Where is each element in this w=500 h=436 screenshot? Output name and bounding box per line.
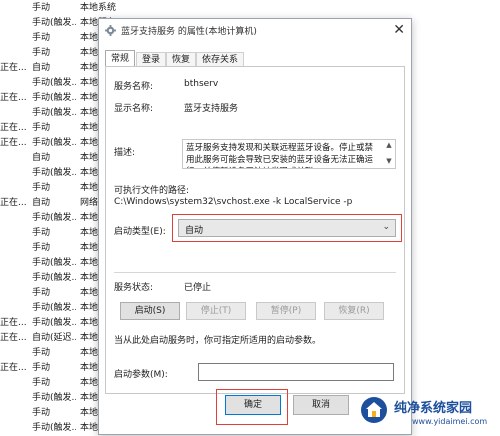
- start-params-label: 启动参数(M):: [114, 370, 168, 380]
- service-status-cell: 正在...: [0, 333, 27, 343]
- tab-general[interactable]: 常规: [105, 50, 136, 67]
- service-status-cell: 正在...: [0, 93, 27, 103]
- service-startup-cell: 手动(触发...: [32, 303, 76, 313]
- service-startup-cell: 手动: [32, 348, 51, 358]
- tab-dependencies[interactable]: 依存关系: [196, 52, 245, 67]
- display-name-value: 蓝牙支持服务: [184, 104, 239, 114]
- gear-icon: [105, 25, 116, 36]
- service-startup-cell: 手动: [32, 183, 51, 193]
- service-startup-cell: 手动: [32, 288, 51, 298]
- watermark-url: www.yidaimei.com: [412, 417, 488, 426]
- service-startup-cell: 手动: [32, 33, 51, 43]
- service-startup-cell: 手动(触发...: [32, 93, 76, 103]
- service-startup-cell: 手动(触发...: [32, 138, 76, 148]
- service-status-cell: 正在...: [0, 123, 27, 133]
- watermark-text: 纯净系统家园: [394, 401, 473, 416]
- cancel-button[interactable]: 取消: [293, 395, 349, 415]
- service-startup-cell: 手动(触发...: [32, 18, 76, 28]
- resume-button[interactable]: 恢复(R): [324, 302, 384, 320]
- service-status-cell: 正在...: [0, 198, 27, 208]
- service-startup-cell: 自动: [32, 63, 51, 73]
- service-status-label: 服务状态:: [114, 283, 154, 293]
- exe-path-value: C:\Windows\system32\svchost.exe -k Local…: [114, 197, 353, 207]
- service-startup-cell: 手动(触发...: [32, 318, 76, 328]
- site-watermark: 纯净系统家园 www.yidaimei.com: [354, 392, 500, 433]
- description-text: 蓝牙服务支持发现和关联远程蓝牙设备。停止或禁用此服务可能会导致已安装的蓝牙设备无…: [186, 143, 374, 168]
- tab-recovery[interactable]: 恢复: [166, 52, 197, 67]
- stop-button[interactable]: 停止(T): [186, 302, 246, 320]
- house-logo-icon: [361, 397, 387, 423]
- service-status-value: 已停止: [184, 283, 212, 293]
- service-status-cell: 正在...: [0, 63, 27, 73]
- exe-path-label: 可执行文件的路径:: [114, 186, 190, 196]
- service-startup-cell: 手动: [32, 123, 51, 133]
- service-startup-cell: 手动(触发...: [32, 108, 76, 118]
- startup-type-select[interactable]: 自动 ⌄: [178, 219, 396, 237]
- service-status-cell: 正在...: [0, 318, 27, 328]
- service-startup-cell: 手动(触发...: [32, 78, 76, 88]
- service-startup-cell: 手动(触发...: [32, 423, 76, 433]
- start-params-hint: 当从此处启动服务时，你可指定所适用的启动参数。: [114, 336, 322, 346]
- service-properties-dialog: 蓝牙支持服务 的属性(本地计算机) ✕ 常规 登录 恢复 依存关系 服务名称: …: [98, 18, 412, 435]
- service-startup-cell: 自动: [32, 198, 51, 208]
- service-startup-cell: 手动(触发...: [32, 258, 76, 268]
- chevron-down-icon: ⌄: [382, 222, 390, 232]
- service-startup-cell: 手动: [32, 243, 51, 253]
- tab-logon[interactable]: 登录: [136, 52, 167, 67]
- description-scrollbar[interactable]: ▲ ▼: [384, 141, 394, 168]
- service-status-cell: 正在...: [0, 363, 27, 373]
- service-startup-cell: 手动: [32, 408, 51, 418]
- startup-type-value: 自动: [185, 226, 204, 236]
- service-name-label: 服务名称:: [114, 82, 154, 92]
- start-params-input[interactable]: [198, 363, 394, 381]
- service-startup-cell: 自动: [32, 153, 51, 163]
- startup-type-label: 启动类型(E):: [114, 227, 166, 237]
- description-label: 描述:: [114, 148, 136, 158]
- service-name-value: bthserv: [184, 79, 219, 89]
- start-button[interactable]: 启动(S): [120, 302, 180, 320]
- service-startup-cell: 手动: [32, 3, 51, 13]
- service-startup-cell: 自动(延迟...: [32, 333, 76, 343]
- service-row[interactable]: 手动 本地系统: [0, 1, 140, 16]
- service-startup-cell: 手动(触发...: [32, 273, 76, 283]
- divider: [114, 272, 396, 273]
- description-box[interactable]: 蓝牙服务支持发现和关联远程蓝牙设备。停止或禁用此服务可能会导致已安装的蓝牙设备无…: [182, 139, 396, 169]
- general-tab-panel: 服务名称: bthserv 显示名称: 蓝牙支持服务 描述: 蓝牙服务支持发现和…: [105, 66, 405, 394]
- service-startup-cell: 手动: [32, 363, 51, 373]
- service-status-cell: 正在...: [0, 138, 27, 148]
- service-startup-cell: 手动: [32, 48, 51, 58]
- service-startup-cell: 手动(触发...: [32, 213, 76, 223]
- ok-button[interactable]: 确定: [225, 395, 281, 415]
- service-startup-cell: 手动: [32, 378, 51, 388]
- dialog-titlebar[interactable]: 蓝牙支持服务 的属性(本地计算机) ✕: [99, 19, 411, 43]
- display-name-label: 显示名称:: [114, 104, 154, 114]
- service-logon-cell: 本地系统: [80, 3, 117, 13]
- pause-button[interactable]: 暂停(P): [256, 302, 316, 320]
- close-icon[interactable]: ✕: [393, 21, 405, 39]
- service-startup-cell: 手动(触发...: [32, 393, 76, 403]
- service-startup-cell: 手动: [32, 228, 51, 238]
- service-startup-cell: 手动(触发...: [32, 168, 76, 178]
- dialog-title: 蓝牙支持服务 的属性(本地计算机): [121, 27, 257, 37]
